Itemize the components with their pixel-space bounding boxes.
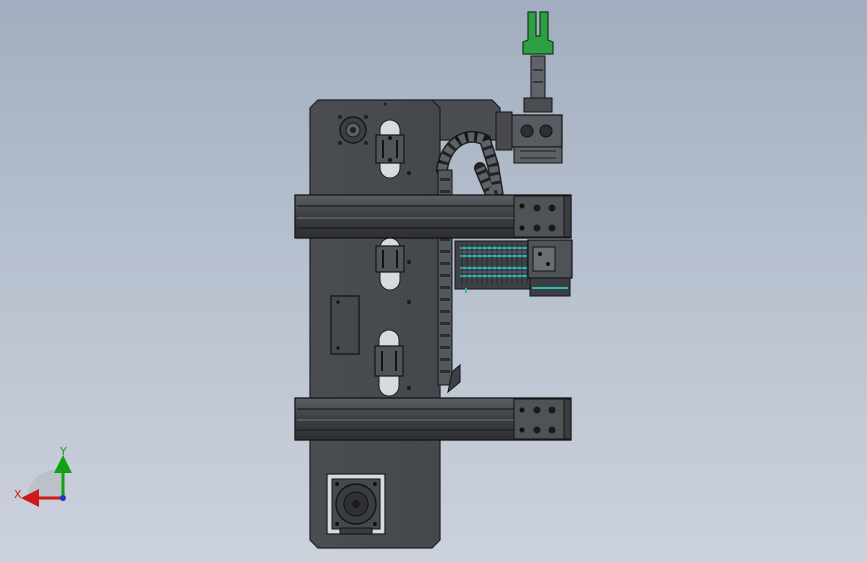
- axis-triad-graphic: Y X: [14, 445, 72, 507]
- slot-clamp-lower: [374, 329, 404, 397]
- y-axis-label: Y: [59, 445, 67, 458]
- rotary-gripper-head: [495, 11, 563, 164]
- linear-rail-lower: [294, 397, 572, 441]
- axis-triad: Y X: [10, 440, 80, 510]
- servo-motor: [326, 473, 386, 535]
- triad-plane: [26, 469, 63, 500]
- cad-viewport[interactable]: Y X: [0, 0, 867, 562]
- pneumatic-cylinder-assembly: [454, 239, 573, 297]
- name-plate: [330, 295, 360, 355]
- z-axis-point: [60, 495, 66, 501]
- linear-rail-upper: [294, 194, 572, 239]
- slot-clamp-top: [375, 119, 405, 179]
- slot-clamp-middle: [375, 237, 405, 291]
- cad-model-drawing: [294, 11, 573, 549]
- x-axis-label: X: [14, 488, 22, 501]
